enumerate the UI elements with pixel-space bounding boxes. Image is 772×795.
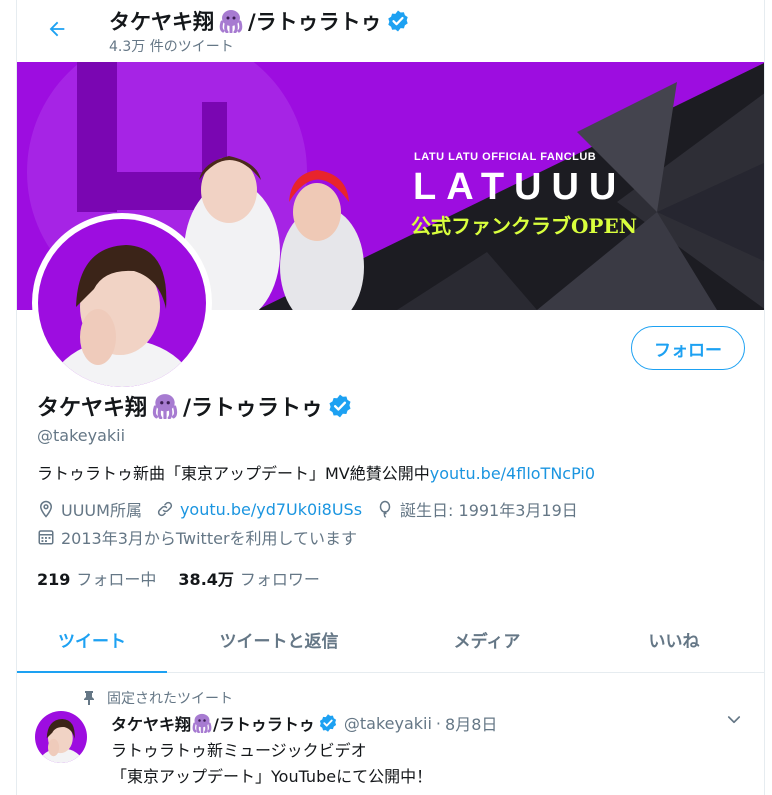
balloon-icon: [379, 500, 391, 518]
followers-count: 38.4万: [178, 570, 234, 589]
tab-media[interactable]: メディア: [391, 606, 583, 672]
tweet-author-handle[interactable]: @takeyakii: [344, 714, 432, 733]
following-label: フォロー中: [76, 570, 157, 589]
tweet-text: ラトゥラトゥ新ミュージックビデオ 「東京アップデート」YouTubeにて公開中！: [111, 738, 432, 790]
tweet-count: 4.3万 件のツイート: [109, 39, 234, 55]
joined-text: 2013年3月からTwitterを利用しています: [61, 529, 358, 548]
location-text: UUUM所属: [61, 501, 142, 520]
pinned-indicator: 固定されたツイート: [83, 688, 233, 708]
tab-tweets-and-replies[interactable]: ツイートと返信: [167, 606, 391, 672]
link-icon: [157, 501, 173, 517]
tweet-author-suffix[interactable]: /ラトゥラトゥ: [213, 711, 315, 735]
tweet-author-name[interactable]: タケヤキ翔: [111, 711, 191, 735]
pin-icon: [84, 691, 94, 705]
following-count: 219: [37, 570, 71, 589]
header-name-suffix: /ラトゥラトゥ: [248, 10, 382, 34]
octopus-emoji-icon: [192, 713, 212, 733]
bio-link[interactable]: youtu.be/4flloTNcPi0: [430, 464, 595, 483]
website-link[interactable]: youtu.be/yd7Uk0i8USs: [180, 500, 362, 519]
tab-tweets[interactable]: ツイート: [17, 606, 167, 673]
verified-badge-icon: [319, 714, 336, 732]
chevron-down-icon: [727, 716, 741, 724]
joined-item: 2013年3月からTwitterを利用しています: [37, 525, 357, 549]
birthday-text: 誕生日: 1991年3月19日: [400, 501, 578, 520]
profile-bio: ラトゥラトゥ新曲「東京アップデート」MV絶賛公開中youtu.be/4flloT…: [37, 460, 595, 484]
banner-open-text: 公式ファンクラブOPEN: [411, 214, 637, 238]
pinned-label: 固定されたツイート: [107, 691, 233, 707]
back-button[interactable]: [39, 11, 75, 47]
back-arrow-icon: [49, 21, 65, 37]
tweet-line-2: 「東京アップデート」YouTubeにて公開中！: [111, 767, 433, 786]
calendar-icon: [38, 530, 54, 545]
tweet-separator: ·: [435, 713, 442, 733]
verified-badge-icon: [329, 394, 351, 418]
tab-likes[interactable]: いいね: [583, 606, 765, 672]
octopus-emoji-icon: [152, 394, 178, 419]
tweet-line-1: ラトゥラトゥ新ミュージックビデオ: [111, 741, 367, 760]
profile-display-name: タケヤキ翔: [37, 396, 148, 421]
profile-avatar[interactable]: [32, 213, 212, 393]
tweet-header: タケヤキ翔 /ラトゥラトゥ @takeyakii · 8月8日: [111, 711, 497, 735]
profile-name: タケヤキ翔 /ラトゥラトゥ: [37, 390, 353, 422]
location-icon: [39, 500, 53, 518]
birthday-item: 誕生日: 1991年3月19日: [376, 497, 578, 521]
tweet-avatar[interactable]: [35, 711, 87, 763]
tweet-date[interactable]: 8月8日: [445, 711, 497, 735]
profile-handle: @takeyakii: [37, 426, 126, 445]
website-item: youtu.be/yd7Uk0i8USs: [156, 500, 362, 519]
following-stat[interactable]: 219 フォロー中: [37, 566, 156, 590]
header-title: タケヤキ翔 /ラトゥラトゥ: [109, 6, 410, 36]
follow-button[interactable]: フォロー: [631, 326, 745, 370]
banner-fanclub-label: LATU LATU OFFICIAL FANCLUB: [414, 151, 597, 163]
banner-logo: LATUUU: [413, 166, 627, 208]
verified-badge-icon: [387, 10, 408, 32]
profile-meta-joined: 2013年3月からTwitterを利用しています: [37, 525, 371, 549]
top-header: タケヤキ翔 /ラトゥラトゥ 4.3万 件のツイート: [17, 0, 764, 62]
header-display-name: タケヤキ翔: [109, 10, 214, 34]
followers-label: フォロワー: [239, 570, 320, 589]
followers-stat[interactable]: 38.4万 フォロワー: [178, 566, 320, 590]
profile-meta: UUUM所属 youtu.be/yd7Uk0i8USs 誕生日: 1991年3月…: [37, 497, 592, 521]
avatar-image: [38, 219, 206, 387]
octopus-emoji-icon: [219, 10, 243, 33]
bio-text: ラトゥラトゥ新曲「東京アップデート」MV絶賛公開中: [37, 464, 430, 483]
profile-name-suffix: /ラトゥラトゥ: [183, 396, 324, 421]
location-item: UUUM所属: [37, 497, 142, 521]
profile-tabs: ツイート ツイートと返信 メディア いいね: [17, 606, 764, 673]
profile-column: タケヤキ翔 /ラトゥラトゥ 4.3万 件のツイート LATU LATU OFFI…: [16, 0, 765, 795]
tweet-menu-button[interactable]: [725, 711, 743, 733]
follow-stats: 219 フォロー中 38.4万 フォロワー: [37, 566, 342, 590]
